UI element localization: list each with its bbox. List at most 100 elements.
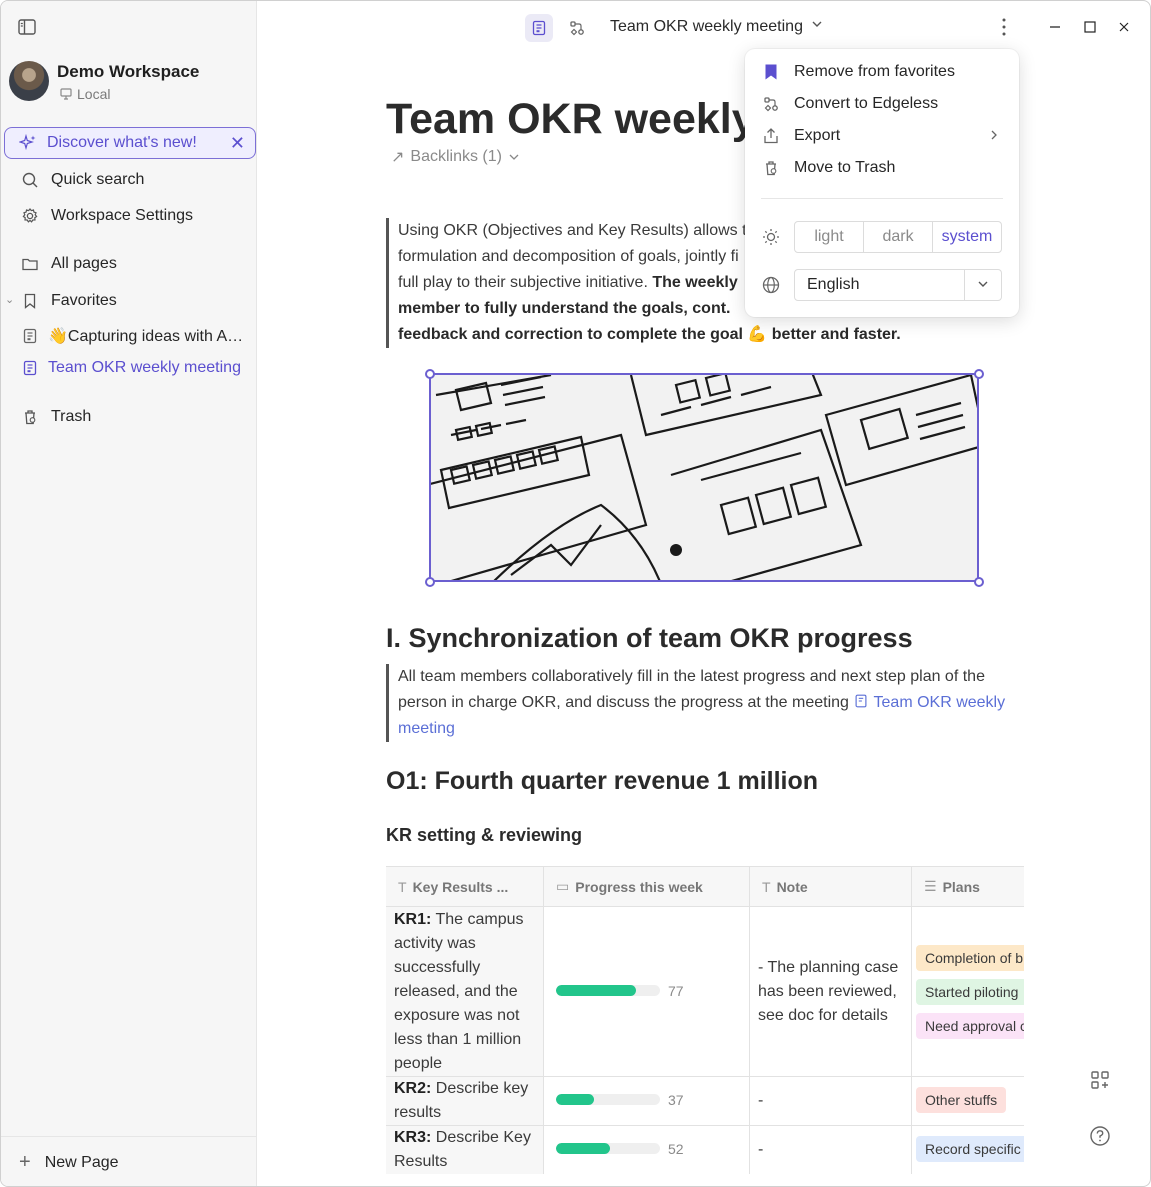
theme-option-dark[interactable]: dark — [864, 222, 933, 252]
chevron-right-icon — [989, 128, 999, 144]
column-header-progress[interactable]: ▭ Progress this week — [544, 867, 749, 907]
table-cell-kr[interactable]: KR1: The campus activity was successfull… — [394, 908, 539, 1076]
page-mode-button[interactable] — [525, 14, 553, 42]
sidebar-item-team-okr[interactable]: Team OKR weekly meeting — [1, 351, 256, 385]
menu-item-move-to-trash[interactable]: Move to Trash — [761, 153, 1005, 183]
bookmark-filled-icon — [761, 63, 781, 81]
resize-handle[interactable] — [425, 369, 435, 379]
edgeless-icon — [570, 21, 584, 36]
menu-divider — [761, 198, 1003, 199]
sparkle-icon — [19, 134, 36, 151]
table-cell-kr[interactable]: KR2: Describe key results — [394, 1077, 539, 1125]
header-doc-title[interactable]: Team OKR weekly meeting — [610, 18, 803, 36]
sidebar-toggle-icon[interactable] — [17, 17, 37, 37]
list-type-icon: ☰ — [924, 878, 937, 894]
progress-fill — [556, 985, 637, 996]
close-icon[interactable]: ✕ — [230, 133, 245, 154]
page-title[interactable]: Team OKR weekly — [386, 95, 756, 144]
discover-whats-new-banner[interactable]: Discover what's new! ✕ — [4, 127, 256, 159]
folder-icon — [20, 254, 40, 274]
theme-row: light dark system — [761, 221, 1005, 253]
sidebar-item-capturing-ideas[interactable]: 👋Capturing ideas with AF... — [1, 319, 256, 353]
progress-type-icon: ▭ — [556, 878, 570, 894]
workspace-switcher[interactable]: Demo Workspace Local — [9, 61, 249, 103]
text-type-icon: T — [762, 878, 771, 895]
sidebar: Demo Workspace Local Discover what's new… — [1, 1, 257, 1186]
menu-item-convert-edgeless[interactable]: Convert to Edgeless — [761, 89, 1005, 119]
sidebar-item-all-pages[interactable]: All pages — [1, 247, 256, 281]
plus-icon: + — [19, 1151, 31, 1173]
progress-fill — [556, 1143, 611, 1154]
column-header-key-results[interactable]: T Key Results ... — [386, 867, 543, 907]
edgeless-mode-button[interactable] — [563, 14, 591, 42]
okr-table: T Key Results ... ▭ Progress this week T No… — [386, 866, 1024, 1174]
help-icon[interactable] — [1088, 1124, 1112, 1148]
progress-bar[interactable] — [556, 985, 660, 996]
backlinks-toggle[interactable]: ↗ Backlinks (1) — [391, 147, 520, 167]
page-icon — [20, 326, 40, 346]
close-window-button[interactable] — [1112, 15, 1136, 39]
plan-tag[interactable]: Completion of b — [916, 945, 1024, 971]
plan-tag[interactable]: Need approval c — [916, 1013, 1024, 1039]
sun-icon — [761, 227, 781, 247]
trash-icon — [20, 407, 40, 427]
table-cell-note[interactable]: - — [758, 1138, 763, 1162]
resize-handle[interactable] — [974, 577, 984, 587]
table-cell-note[interactable]: - — [758, 1089, 763, 1113]
globe-icon — [761, 275, 781, 295]
resize-handle[interactable] — [425, 577, 435, 587]
avatar — [9, 61, 49, 101]
edgeless-icon — [761, 95, 781, 113]
page-icon — [20, 358, 40, 378]
table-cell-kr[interactable]: KR3: Describe Key Results — [394, 1126, 539, 1174]
progress-value: 77 — [668, 983, 684, 999]
theme-segmented-control: light dark system — [794, 221, 1002, 253]
kr-heading[interactable]: KR setting & reviewing — [386, 825, 582, 846]
page-link-icon — [855, 694, 867, 708]
chevron-down-icon — [509, 154, 519, 160]
arrow-up-right-icon: ↗ — [391, 149, 405, 166]
table-cell-note[interactable]: - The planning case has been reviewed, s… — [758, 956, 906, 1028]
theme-option-light[interactable]: light — [795, 222, 864, 252]
workspace-storage: Local — [59, 86, 110, 102]
sidebar-item-workspace-settings[interactable]: Workspace Settings — [1, 199, 256, 233]
doc-header: Team OKR weekly meeting — [257, 1, 1150, 55]
bookmark-icon — [20, 291, 40, 311]
add-widget-icon[interactable] — [1088, 1068, 1112, 1092]
theme-option-system[interactable]: system — [933, 222, 1001, 252]
menu-item-export[interactable]: Export — [761, 121, 1005, 151]
progress-fill — [556, 1094, 595, 1105]
page-icon — [532, 20, 546, 36]
more-vertical-icon[interactable] — [997, 15, 1011, 39]
sidebar-item-favorites[interactable]: Favorites — [1, 284, 256, 318]
export-icon — [761, 127, 781, 145]
chevron-down-icon — [976, 277, 990, 294]
plan-tag[interactable]: Started piloting — [916, 979, 1024, 1005]
minimize-button[interactable] — [1043, 15, 1067, 39]
column-header-note[interactable]: T Note — [750, 867, 911, 907]
sidebar-item-quick-search[interactable]: Quick search — [1, 163, 256, 197]
search-icon — [20, 170, 40, 190]
progress-value: 52 — [668, 1141, 684, 1157]
progress-bar[interactable] — [556, 1143, 660, 1154]
sketch-image[interactable] — [429, 373, 979, 582]
gear-icon — [20, 206, 40, 226]
language-row: English — [761, 269, 1005, 301]
progress-bar[interactable] — [556, 1094, 660, 1105]
chevron-down-icon[interactable] — [811, 18, 823, 33]
section-quote[interactable]: All team members collaboratively fill in… — [386, 664, 1011, 742]
menu-item-remove-favorites[interactable]: Remove from favorites — [761, 57, 1005, 87]
new-page-button[interactable]: + New Page — [1, 1136, 256, 1186]
objective-heading[interactable]: O1: Fourth quarter revenue 1 million — [386, 767, 818, 796]
text-type-icon: T — [398, 878, 407, 895]
app-window: Demo Workspace Local Discover what's new… — [0, 0, 1151, 1187]
maximize-button[interactable] — [1078, 15, 1102, 39]
page-options-menu: Remove from favorites Convert to Edgeles… — [745, 49, 1019, 317]
plan-tag[interactable]: Record specific r — [916, 1136, 1024, 1162]
column-header-plans[interactable]: ☰ Plans — [912, 867, 1024, 907]
language-select[interactable]: English — [794, 269, 1002, 301]
resize-handle[interactable] — [974, 369, 984, 379]
section-heading[interactable]: I. Synchronization of team OKR progress — [386, 623, 913, 654]
plan-tag[interactable]: Other stuffs — [916, 1087, 1007, 1113]
sidebar-item-trash[interactable]: Trash — [1, 400, 256, 434]
